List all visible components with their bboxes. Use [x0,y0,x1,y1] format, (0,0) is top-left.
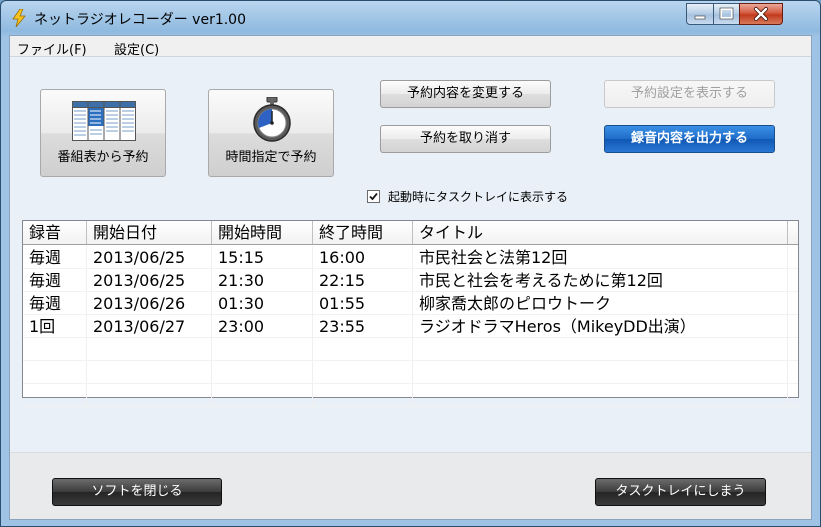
table-row[interactable]: 毎週 2013/06/26 01:30 01:55 柳家喬太郎のピロウトーク [23,292,798,315]
export-recordings-button[interactable]: 録音内容を出力する [604,125,775,153]
client-area: ファイル(F) 設定(C) 番組表から予約 時間指定で予約 予約内容を変更する … [9,35,812,520]
program-guide-icon [72,101,136,141]
close-window-button[interactable] [739,3,783,25]
minimize-icon [694,15,706,20]
cell-recording: 毎週 [23,246,87,269]
show-reservation-settings-button[interactable]: 予約設定を表示する [604,80,775,108]
cell-title: 市民と社会を考えるために第12回 [413,269,788,292]
empty-row [23,361,798,384]
empty-row [23,338,798,361]
checkmark-icon [369,192,378,201]
lightning-icon [12,9,26,27]
cell-recording: 毎週 [23,292,87,315]
cell-start-date: 2013/06/25 [87,269,212,292]
schedule-from-guide-label: 番組表から予約 [57,150,149,165]
cell-recording: 1回 [23,315,87,338]
menu-file[interactable]: ファイル(F) [17,39,87,58]
cell-end-time: 23:55 [313,315,413,338]
cell-start-time: 15:15 [212,246,313,269]
cell-title: 柳家喬太郎のピロウトーク [413,292,788,315]
schedule-by-time-button[interactable]: 時間指定で予約 [208,89,334,177]
title-bar[interactable]: ネットラジオレコーダー ver1.00 [1,1,820,35]
tray-on-startup-checkbox[interactable] [367,190,380,203]
stopwatch-icon [253,97,291,142]
cell-title: 市民社会と法第12回 [413,246,788,269]
close-icon [754,7,768,21]
schedule-by-time-label: 時間指定で予約 [225,150,317,165]
cell-start-time: 23:00 [212,315,313,338]
tray-on-startup-label: 起動時にタスクトレイに表示する [388,190,569,204]
cell-start-time: 21:30 [212,269,313,292]
cell-start-date: 2013/06/25 [87,246,212,269]
reservation-list[interactable]: 録音 開始日付 開始時間 終了時間 タイトル 毎週 2013/06/25 15:… [22,220,799,407]
change-reservation-button[interactable]: 予約内容を変更する [380,80,551,108]
minimize-to-tray-button[interactable]: タスクトレイにしまう [595,478,766,506]
main-content: 番組表から予約 時間指定で予約 予約内容を変更する 予約を取り消す 予約設定を表… [10,58,811,452]
menu-settings[interactable]: 設定(C) [114,39,159,58]
empty-row [23,384,798,407]
table-row[interactable]: 毎週 2013/06/25 15:15 16:00 市民社会と法第12回 [23,246,798,269]
column-header-end-time[interactable]: 終了時間 [313,221,413,244]
cancel-reservation-button[interactable]: 予約を取り消す [380,125,551,153]
column-header-start-time[interactable]: 開始時間 [212,221,313,244]
column-header-start-date[interactable]: 開始日付 [87,221,212,244]
app-window: ネットラジオレコーダー ver1.00 ファイル(F) 設定(C) 番組表から予… [0,0,821,527]
schedule-from-guide-button[interactable]: 番組表から予約 [40,89,166,177]
cell-end-time: 16:00 [313,246,413,269]
column-header-title[interactable]: タイトル [413,221,788,244]
maximize-icon [719,7,734,20]
column-header-recording[interactable]: 録音 [23,221,87,244]
cell-end-time: 01:55 [313,292,413,315]
menu-bar: ファイル(F) 設定(C) [10,36,811,58]
table-row[interactable]: 1回 2013/06/27 23:00 23:55 ラジオドラマHeros（Mi… [23,315,798,338]
minimize-button[interactable] [686,3,714,25]
table-row[interactable]: 毎週 2013/06/25 21:30 22:15 市民と社会を考えるために第1… [23,269,798,292]
list-header: 録音 開始日付 開始時間 終了時間 タイトル [23,221,798,245]
cell-start-date: 2013/06/27 [87,315,212,338]
cell-start-time: 01:30 [212,292,313,315]
cell-recording: 毎週 [23,269,87,292]
cell-start-date: 2013/06/26 [87,292,212,315]
window-title: ネットラジオレコーダー ver1.00 [34,12,246,28]
cell-end-time: 22:15 [313,269,413,292]
footer-bar: ソフトを閉じる タスクトレイにしまう [10,452,811,519]
close-software-button[interactable]: ソフトを閉じる [52,478,222,506]
cell-title: ラジオドラマHeros（MikeyDD出演） [413,315,788,338]
maximize-button[interactable] [713,3,740,25]
